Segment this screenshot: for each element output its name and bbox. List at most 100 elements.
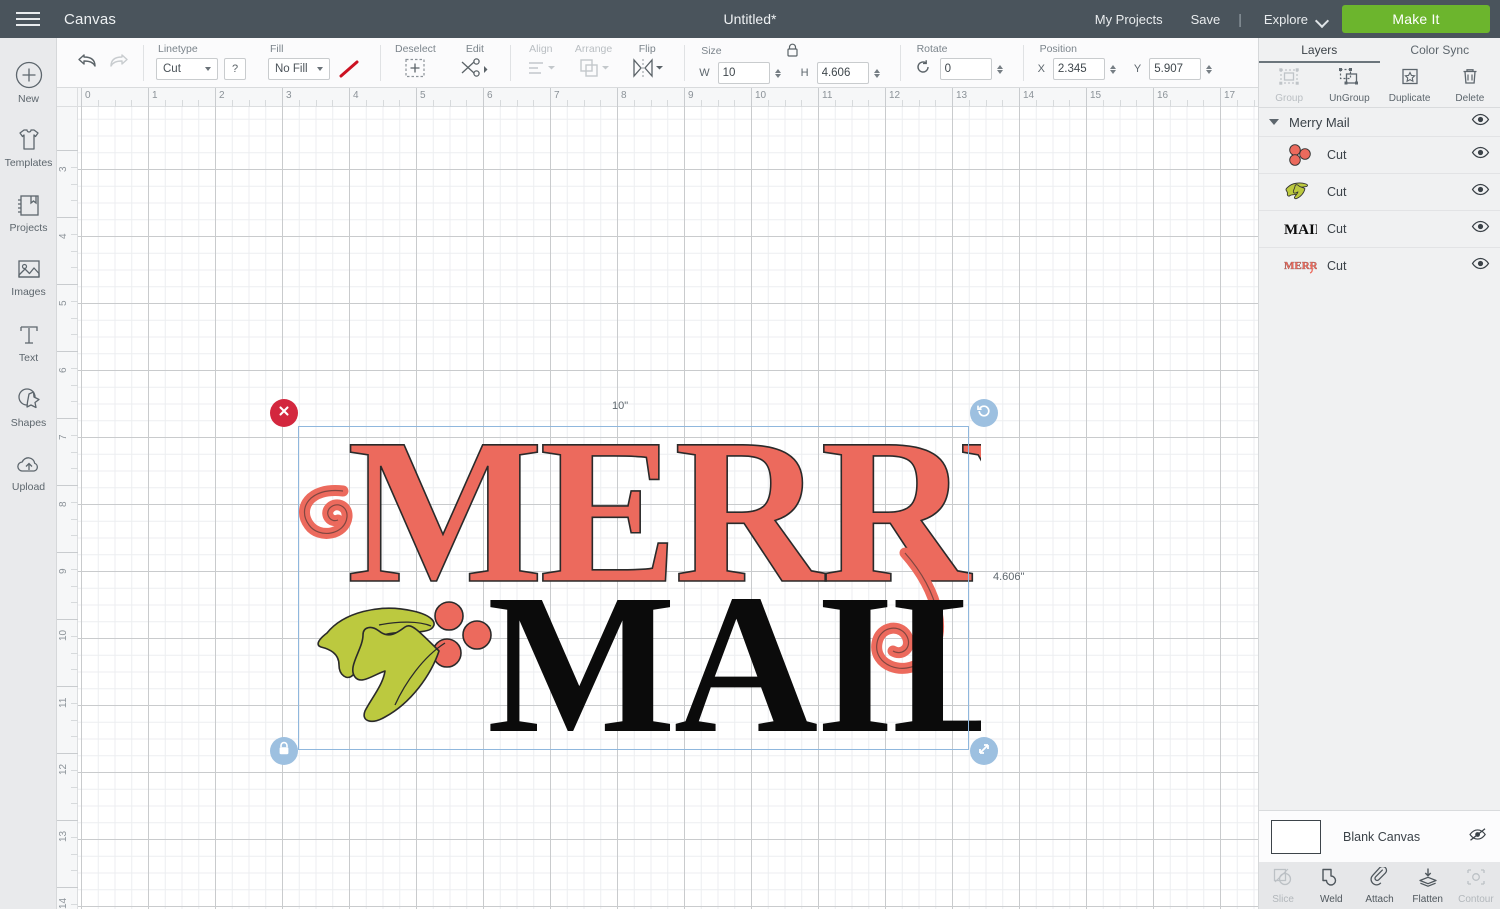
rail-item-shapes[interactable]: Shapes bbox=[0, 375, 57, 440]
eye-off-icon[interactable] bbox=[1468, 827, 1488, 847]
arrange-button[interactable]: Arrange bbox=[575, 43, 612, 84]
ruler-number: 16 bbox=[1157, 90, 1169, 101]
flatten-label: Flatten bbox=[1412, 893, 1443, 905]
attach-button[interactable]: Attach bbox=[1355, 865, 1403, 905]
rotate-stepper[interactable] bbox=[996, 64, 1003, 74]
deselect-icon bbox=[403, 57, 427, 84]
lock-ratio-toggle[interactable] bbox=[776, 43, 810, 62]
rail-item-upload[interactable]: Upload bbox=[0, 440, 57, 505]
rotate-input[interactable] bbox=[939, 58, 992, 80]
y-input[interactable] bbox=[1149, 58, 1202, 80]
ruler-tick-minor bbox=[399, 100, 401, 107]
selection-width-label: 10" bbox=[612, 400, 629, 412]
lock-handle[interactable] bbox=[270, 737, 298, 765]
chevron-down-icon[interactable] bbox=[1269, 119, 1279, 125]
delete-handle[interactable] bbox=[270, 399, 298, 427]
ruler-tick-minor bbox=[499, 100, 501, 107]
group-label: Group bbox=[1275, 92, 1304, 104]
table-row[interactable]: MERRY Cut bbox=[1259, 247, 1500, 284]
fill-select[interactable]: No Fill bbox=[268, 58, 330, 80]
ruler-tick bbox=[684, 88, 685, 107]
fill-swatch-button[interactable] bbox=[336, 58, 362, 80]
rotate-handle[interactable] bbox=[970, 399, 998, 427]
edit-button[interactable]: Edit bbox=[458, 43, 492, 84]
ruler-number: 8 bbox=[621, 90, 627, 101]
my-projects-link[interactable]: My Projects bbox=[1081, 12, 1177, 27]
linetype-select[interactable]: Cut bbox=[156, 58, 218, 80]
eye-icon[interactable] bbox=[1471, 113, 1490, 131]
weld-button[interactable]: Weld bbox=[1307, 867, 1355, 905]
height-input[interactable] bbox=[816, 62, 869, 84]
contour-button[interactable]: Contour bbox=[1452, 867, 1500, 905]
ruler-tick bbox=[57, 485, 78, 486]
tab-layers[interactable]: Layers bbox=[1259, 38, 1380, 63]
deselect-button[interactable]: Deselect bbox=[395, 43, 436, 84]
eye-icon[interactable] bbox=[1471, 220, 1490, 238]
group-button[interactable]: Group bbox=[1259, 63, 1319, 107]
merry-text-thumb: MERRY bbox=[1283, 252, 1317, 280]
y-stepper[interactable] bbox=[1206, 64, 1213, 74]
top-bar: Canvas Untitled* My Projects Save | Expl… bbox=[0, 0, 1500, 38]
ruler-tick-minor bbox=[71, 334, 78, 336]
duplicate-button[interactable]: Duplicate bbox=[1380, 63, 1440, 107]
undo-icon[interactable] bbox=[77, 52, 98, 74]
ruler-tick-minor bbox=[71, 367, 78, 369]
ruler-tick-minor bbox=[71, 451, 78, 453]
ruler-tick-minor bbox=[717, 100, 719, 107]
eye-icon[interactable] bbox=[1471, 257, 1490, 275]
tab-color-sync[interactable]: Color Sync bbox=[1380, 38, 1500, 63]
ruler-tick bbox=[148, 88, 149, 107]
top-bar-actions: My Projects Save | Explore Make It bbox=[1081, 5, 1500, 33]
rail-item-new[interactable]: New bbox=[0, 50, 57, 115]
ruler-tick-minor bbox=[71, 535, 78, 537]
align-button[interactable]: Align bbox=[525, 43, 557, 84]
ruler-tick-minor bbox=[1002, 100, 1004, 107]
ruler-tick-minor bbox=[332, 100, 334, 107]
height-stepper[interactable] bbox=[873, 68, 880, 78]
eye-icon[interactable] bbox=[1471, 146, 1490, 164]
ruler-tick-minor bbox=[650, 100, 652, 107]
blank-canvas-row[interactable]: Blank Canvas bbox=[1259, 810, 1500, 862]
rail-item-templates[interactable]: Templates bbox=[0, 115, 57, 180]
ruler-tick-minor bbox=[1253, 100, 1255, 107]
flatten-button[interactable]: Flatten bbox=[1404, 867, 1452, 905]
group-icon bbox=[1278, 67, 1300, 91]
rail-item-projects[interactable]: Projects bbox=[0, 180, 57, 245]
redo-icon[interactable] bbox=[108, 52, 129, 74]
flip-button[interactable]: Flip bbox=[630, 43, 664, 84]
make-it-button[interactable]: Make It bbox=[1342, 5, 1490, 33]
ungroup-button[interactable]: UnGroup bbox=[1319, 63, 1379, 107]
rail-item-text[interactable]: Text bbox=[0, 310, 57, 375]
blank-canvas-swatch bbox=[1271, 819, 1321, 854]
weld-label: Weld bbox=[1320, 893, 1343, 905]
save-button[interactable]: Save bbox=[1177, 12, 1235, 27]
rail-item-images[interactable]: Images bbox=[0, 245, 57, 310]
resize-handle[interactable] bbox=[970, 737, 998, 765]
ruler-tick bbox=[215, 88, 216, 107]
ruler-tick-minor bbox=[533, 100, 535, 107]
table-row[interactable]: Cut bbox=[1259, 136, 1500, 173]
x-input[interactable] bbox=[1052, 58, 1105, 80]
slice-button[interactable]: Slice bbox=[1259, 867, 1307, 905]
ruler-tick-minor bbox=[71, 803, 78, 805]
layer-type: Cut bbox=[1327, 259, 1347, 273]
width-stepper[interactable] bbox=[774, 68, 781, 78]
hamburger-icon[interactable] bbox=[0, 0, 56, 38]
ruler-number: 9 bbox=[58, 568, 69, 574]
width-input[interactable] bbox=[717, 62, 770, 84]
ruler-tick bbox=[81, 88, 82, 107]
eye-icon[interactable] bbox=[1471, 183, 1490, 201]
x-stepper[interactable] bbox=[1109, 64, 1116, 74]
ruler-tick-minor bbox=[935, 100, 937, 107]
delete-button[interactable]: Delete bbox=[1440, 63, 1500, 107]
x-label: X bbox=[1037, 63, 1045, 75]
machine-selector[interactable]: Explore bbox=[1246, 12, 1342, 27]
table-row[interactable]: MAIL Cut bbox=[1259, 210, 1500, 247]
artwork-merry-mail[interactable]: MERRY MA bbox=[291, 395, 1111, 775]
table-row[interactable]: Cut bbox=[1259, 173, 1500, 210]
layer-group-header[interactable]: Merry Mail bbox=[1259, 108, 1500, 136]
ruler-tick bbox=[1086, 88, 1087, 107]
linetype-help-button[interactable]: ? bbox=[224, 58, 246, 80]
design-canvas[interactable]: MERRY MA bbox=[57, 88, 1258, 909]
arrange-label: Arrange bbox=[574, 43, 613, 55]
